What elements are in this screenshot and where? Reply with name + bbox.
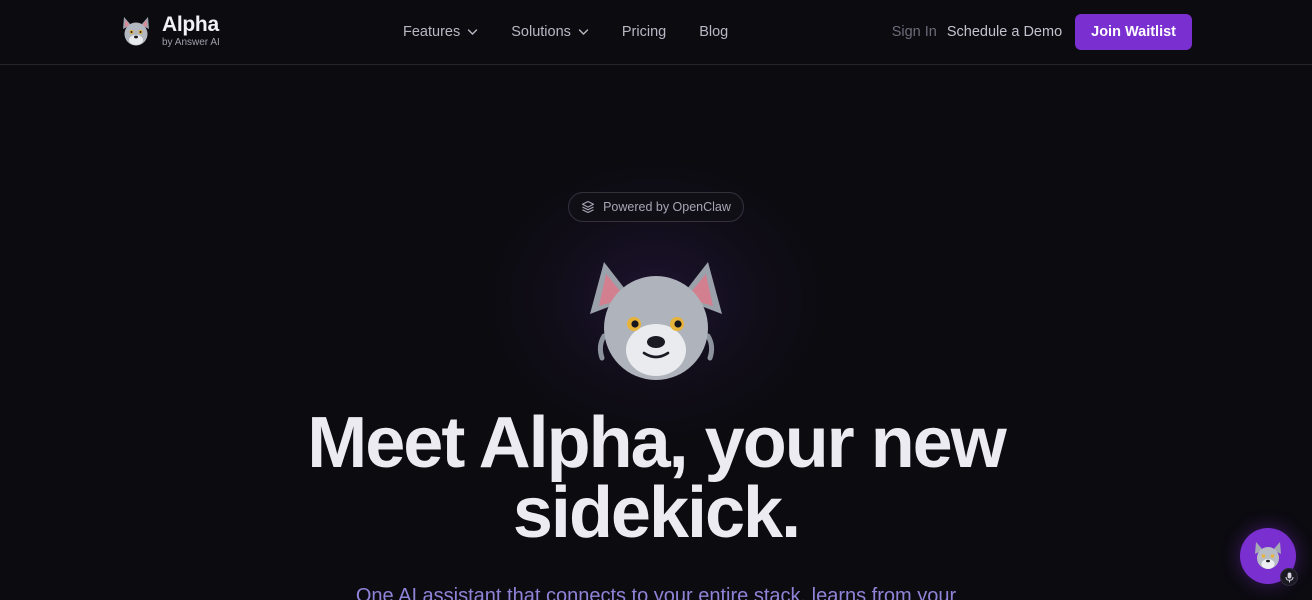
- layers-icon: [582, 200, 595, 214]
- chat-widget-button[interactable]: [1240, 528, 1298, 586]
- chevron-down-icon: [578, 29, 589, 35]
- nav-item-label: Solutions: [511, 24, 571, 40]
- headline-line-2: sidekick.: [512, 473, 801, 553]
- header-actions: Sign In Schedule a Demo Join Waitlist: [892, 14, 1192, 50]
- nav-item-pricing[interactable]: Pricing: [622, 22, 666, 42]
- nav-item-solutions[interactable]: Solutions: [511, 22, 589, 42]
- nav-item-label: Blog: [699, 24, 729, 40]
- hero-subheadline: One AI assistant that connects to your e…: [355, 585, 957, 600]
- brand-logo-link[interactable]: Alpha by Answer AI: [120, 14, 220, 49]
- brand-name: Alpha: [162, 13, 219, 36]
- wolf-mascot-icon: [1255, 542, 1281, 569]
- top-navigation-bar: Alpha by Answer AI Features Solutions Pr…: [0, 0, 1312, 65]
- nav-item-blog[interactable]: Blog: [699, 22, 728, 42]
- wolf-mascot-icon: [123, 16, 149, 45]
- wolf-mascot-icon: [590, 262, 722, 380]
- sign-in-link[interactable]: Sign In: [892, 24, 937, 40]
- badge-label: Powered by OpenClaw: [603, 200, 731, 214]
- microphone-icon: [1285, 572, 1293, 582]
- main-nav: Features Solutions Pricing Blog: [403, 22, 761, 42]
- powered-by-badge: Powered by OpenClaw: [568, 192, 744, 222]
- headline-line-1: Meet Alpha, your new: [307, 403, 1006, 483]
- hero-headline: Meet Alpha, your new sidekick.: [0, 403, 1312, 553]
- nav-item-label: Pricing: [621, 24, 667, 40]
- nav-item-features[interactable]: Features: [403, 22, 478, 42]
- nav-item-label: Features: [403, 24, 461, 40]
- chevron-down-icon: [468, 29, 478, 35]
- page: Alpha by Answer AI Features Solutions Pr…: [0, 0, 1312, 600]
- brand-subtitle: by Answer AI: [162, 37, 220, 48]
- join-waitlist-button[interactable]: Join Waitlist: [1075, 14, 1192, 50]
- schedule-demo-link[interactable]: Schedule a Demo: [947, 24, 1062, 40]
- microphone-badge[interactable]: [1280, 568, 1298, 586]
